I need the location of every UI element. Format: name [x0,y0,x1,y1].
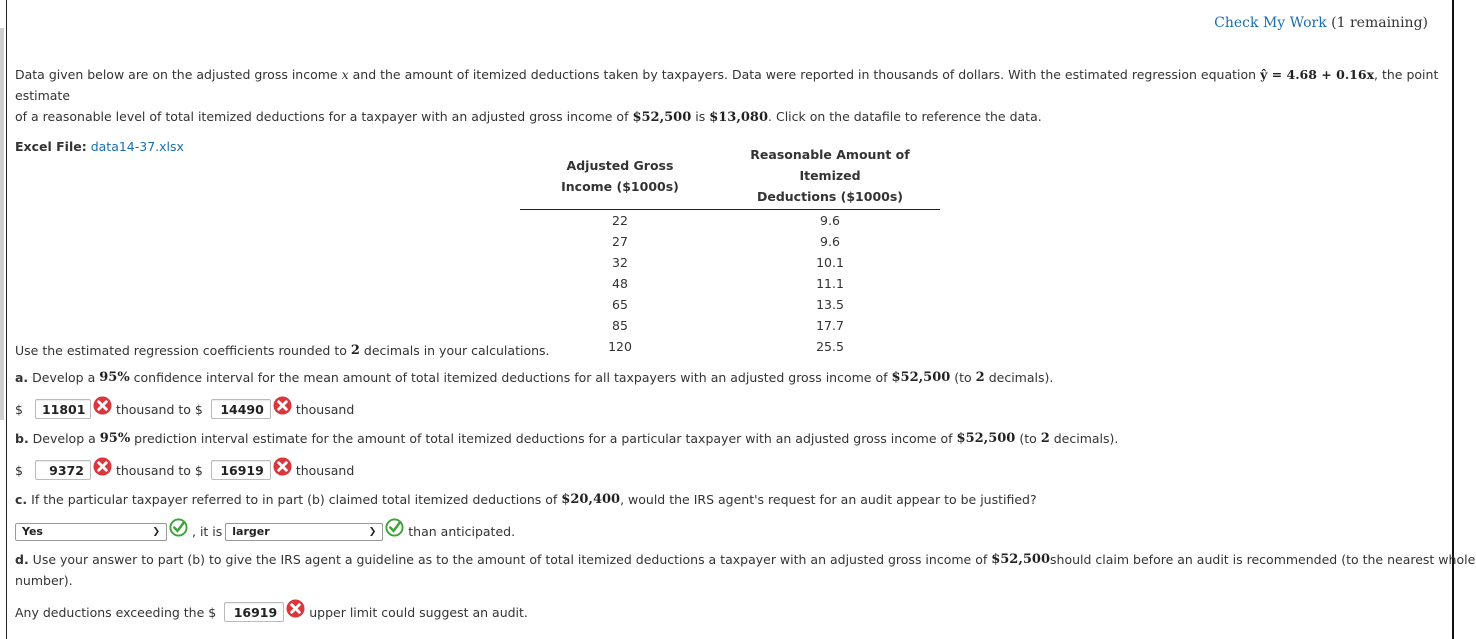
instruction-text: Use the estimated regression coefficient… [15,343,550,358]
chevron-down-icon: ❯ [152,526,160,537]
incorrect-icon [93,456,112,476]
table-row: 32 10.1 [612,255,844,270]
table-row: 22 9.6 [612,213,840,228]
regression-equation: ŷ = 4.68 + 0.16x [1260,67,1375,82]
part-b-answer-row: $ 9372 thousand to $ 16919 thousand [15,456,354,480]
part-d-input[interactable]: 16919 [224,602,285,622]
table-row: 85 17.7 [612,318,844,333]
excel-file-link[interactable]: data14-37.xlsx [91,139,184,154]
incorrect-icon [93,395,112,415]
check-my-work-area: Check My Work (1 remaining) [1214,15,1428,31]
part-a-lower-input[interactable]: 11801 [34,399,91,419]
data-table: Adjusted Gross Income ($1000s) Reasonable… [520,144,940,357]
part-b-question: b. Develop a 95% prediction interval est… [15,431,1119,446]
part-a-answer-row: $ 11801 thousand to $ 14490 thousand [15,395,354,419]
audit-justified-select[interactable]: Yes ❯ [15,522,167,541]
chevron-down-icon: ❯ [368,526,377,537]
part-c-answer-row: Yes ❯ , it is larger ❯ than anticipated. [15,518,515,541]
part-d-question-cont: number). [15,573,73,588]
remaining-count: (1 remaining) [1331,15,1428,31]
table-row: 120 25.5 [608,339,844,354]
left-scroll-gutter [0,28,4,420]
part-a-question: a. Develop a 95% confidence interval for… [15,370,1054,385]
part-d-question: d. Use your answer to part (b) to give t… [15,552,1476,567]
incorrect-icon [286,598,305,618]
intro-line-2: of a reasonable level of total itemized … [15,109,1042,125]
table-row: 27 9.6 [612,234,840,249]
part-b-upper-input[interactable]: 16919 [210,460,271,480]
comparison-select[interactable]: larger ❯ [225,522,384,541]
intro-line-1: Data given below are on the adjusted gro… [15,67,1439,103]
check-my-work-link[interactable]: Check My Work [1214,15,1327,31]
correct-icon [169,518,188,537]
part-a-upper-input[interactable]: 14490 [210,399,271,419]
header-deductions: Reasonable Amount of Itemized Deductions … [720,144,940,210]
table-row: 65 13.5 [612,297,844,312]
table-row: 48 11.1 [612,276,844,291]
part-d-answer-row: Any deductions exceeding the $ 16919 upp… [15,598,528,622]
right-border [1452,0,1454,639]
excel-file-label: Excel File: [15,139,87,154]
part-c-question: c. If the particular taxpayer referred t… [15,492,1037,507]
header-income: Adjusted Gross Income ($1000s) [520,144,720,210]
part-b-lower-input[interactable]: 9372 [34,460,91,480]
left-border [6,0,7,639]
incorrect-icon [273,395,292,415]
incorrect-icon [273,456,292,476]
correct-icon [385,518,404,537]
